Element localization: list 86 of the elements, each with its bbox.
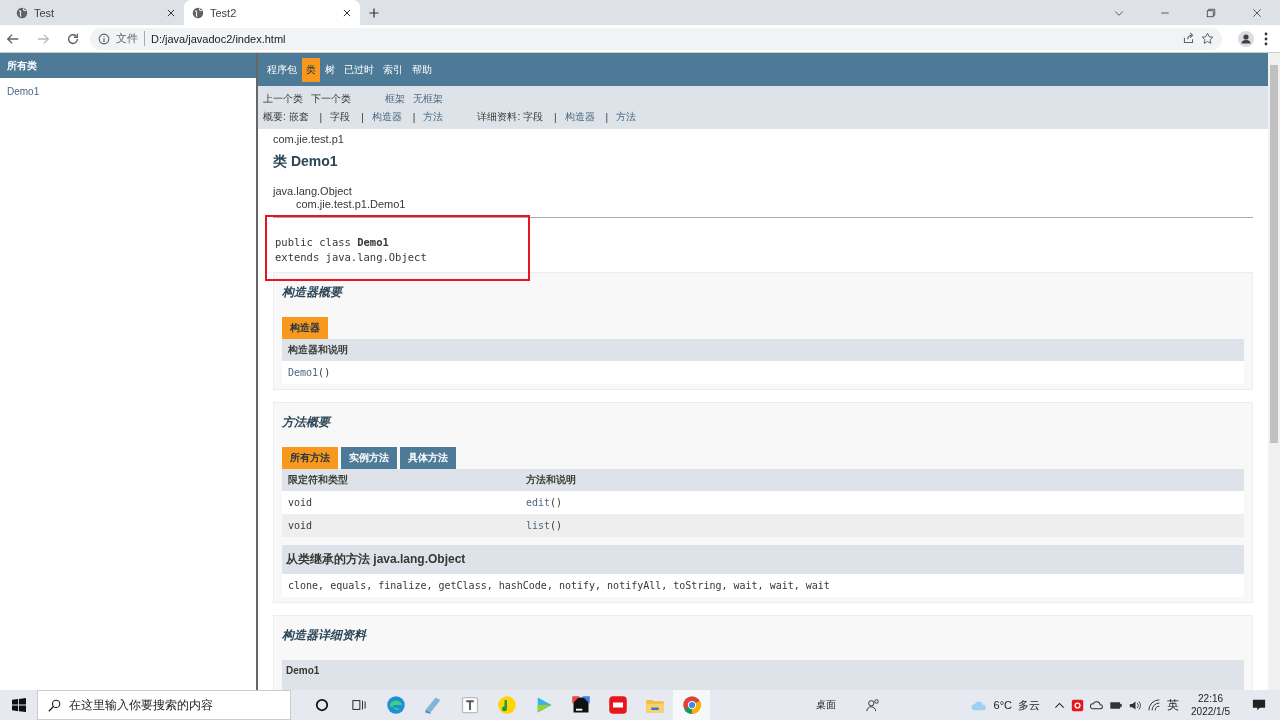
nav-item[interactable]: 索引 [379, 57, 407, 82]
summary-label: 概要: [263, 110, 286, 124]
restore-icon[interactable] [1205, 6, 1217, 19]
inheritance-item: com.jie.test.p1.Demo1 [295, 198, 407, 211]
class-link[interactable]: Demo1 [0, 78, 256, 97]
table-tab[interactable]: 具体方法 [400, 447, 456, 469]
table-tab[interactable]: 所有方法 [282, 447, 338, 469]
windows-icon[interactable] [12, 698, 26, 712]
separator: | [319, 111, 323, 123]
share-icon[interactable] [1182, 32, 1195, 45]
temperature: 6°C [993, 699, 1013, 711]
separator: | [553, 111, 557, 123]
ide-icon[interactable] [570, 695, 591, 715]
section-link[interactable]: 方法 [423, 110, 444, 124]
table-cell-text: void [287, 497, 314, 508]
nav-item[interactable]: 类 [302, 57, 320, 82]
section-link[interactable]: 构造器 [371, 110, 402, 124]
class-signature: public class Demo1 extends java.lang.Object [265, 215, 530, 281]
browser-icon[interactable] [385, 695, 406, 715]
info-icon[interactable] [98, 32, 110, 45]
section-title: 构造器详细资料 [282, 627, 368, 644]
scheme-label: 文件 [116, 31, 145, 46]
cortana-icon[interactable] [314, 698, 329, 712]
input-method[interactable]: 英 [1167, 696, 1180, 714]
section-title: 方法概要 [282, 414, 333, 431]
table-tab[interactable]: 实例方法 [341, 447, 397, 469]
nav-link[interactable]: 无框架 [413, 92, 443, 106]
scrollbar[interactable] [1268, 53, 1280, 691]
section-label: 字段 [330, 110, 351, 124]
document-icon[interactable] [459, 695, 480, 715]
section-label: 嵌套 [288, 110, 309, 124]
music-icon[interactable] [496, 695, 517, 715]
desktop-label[interactable]: 桌面 [815, 698, 836, 712]
inheritance-item: java.lang.Object [273, 185, 353, 198]
dictionary-icon[interactable] [607, 695, 628, 715]
browser-tab[interactable]: Test2 [184, 0, 360, 25]
table-cell-text: list() [525, 520, 564, 531]
weather-label: 多云 [1018, 697, 1041, 713]
browser-tab[interactable]: Test [8, 0, 184, 25]
frame-heading: 所有类 [0, 53, 256, 78]
nav-item[interactable]: 树 [321, 57, 339, 82]
plus-icon[interactable] [368, 6, 380, 19]
volume-icon[interactable] [1129, 698, 1143, 712]
table-tab[interactable]: 构造器 [282, 317, 328, 339]
separator: | [412, 111, 416, 123]
inherited-heading: 从类继承的方法 java.lang.Object [282, 545, 1244, 574]
column-header: 构造器和说明 [287, 343, 349, 357]
cloud-icon[interactable] [1090, 698, 1104, 712]
nav-link[interactable]: 框架 [385, 92, 405, 106]
nav-item[interactable]: 已过时 [340, 57, 378, 82]
table-cell-text: void [287, 520, 314, 531]
cloud-icon [969, 698, 988, 712]
class-title: 类 Demo1 [273, 153, 339, 171]
section-label: 字段 [522, 110, 543, 124]
separator: | [361, 111, 364, 123]
member-heading: Demo1 [282, 660, 1244, 691]
search-field[interactable]: 在这里输入你要搜索的内容 [37, 690, 291, 720]
url-text: D:/java/javadoc2/index.html [151, 32, 286, 45]
back-icon[interactable] [6, 31, 20, 46]
package-name: com.jie.test.p1 [273, 133, 345, 145]
section-title: 构造器概要 [282, 284, 345, 301]
people-icon[interactable] [865, 698, 880, 712]
reload-icon[interactable] [66, 31, 80, 46]
table-cell-text: edit() [525, 497, 564, 508]
wifi-icon[interactable] [1148, 698, 1162, 712]
profile-icon[interactable] [1238, 30, 1254, 47]
close-icon[interactable] [342, 7, 352, 18]
section-link[interactable]: 构造器 [564, 110, 595, 124]
task-view-icon[interactable] [351, 698, 366, 712]
inherited-methods: clone, equals, finalize, getClass, hashCode, notify, notifyAll, toString, wait, wait, wait [282, 574, 1244, 597]
clock[interactable]: 22:16 2022/1/5 [1191, 692, 1230, 718]
search-icon [48, 698, 61, 712]
section-link[interactable]: 方法 [616, 110, 637, 124]
nav-item[interactable]: 帮助 [408, 57, 436, 82]
column-header: 限定符和类型 [287, 473, 349, 487]
separator: | [605, 111, 609, 123]
column-header: 方法和说明 [525, 473, 577, 487]
notification-icon[interactable] [1252, 698, 1266, 712]
address-bar[interactable]: 文件 D:/java/javadoc2/index.html [90, 27, 1222, 50]
nav-item[interactable]: 程序包 [263, 57, 301, 82]
app-tray-icon[interactable] [1071, 698, 1085, 712]
star-icon[interactable] [1201, 32, 1214, 45]
browser-icon[interactable] [681, 695, 702, 715]
close-icon[interactable] [166, 7, 176, 18]
table-cell-text: Demo1() [287, 367, 332, 378]
detail-label: 详细资料: [477, 110, 521, 124]
